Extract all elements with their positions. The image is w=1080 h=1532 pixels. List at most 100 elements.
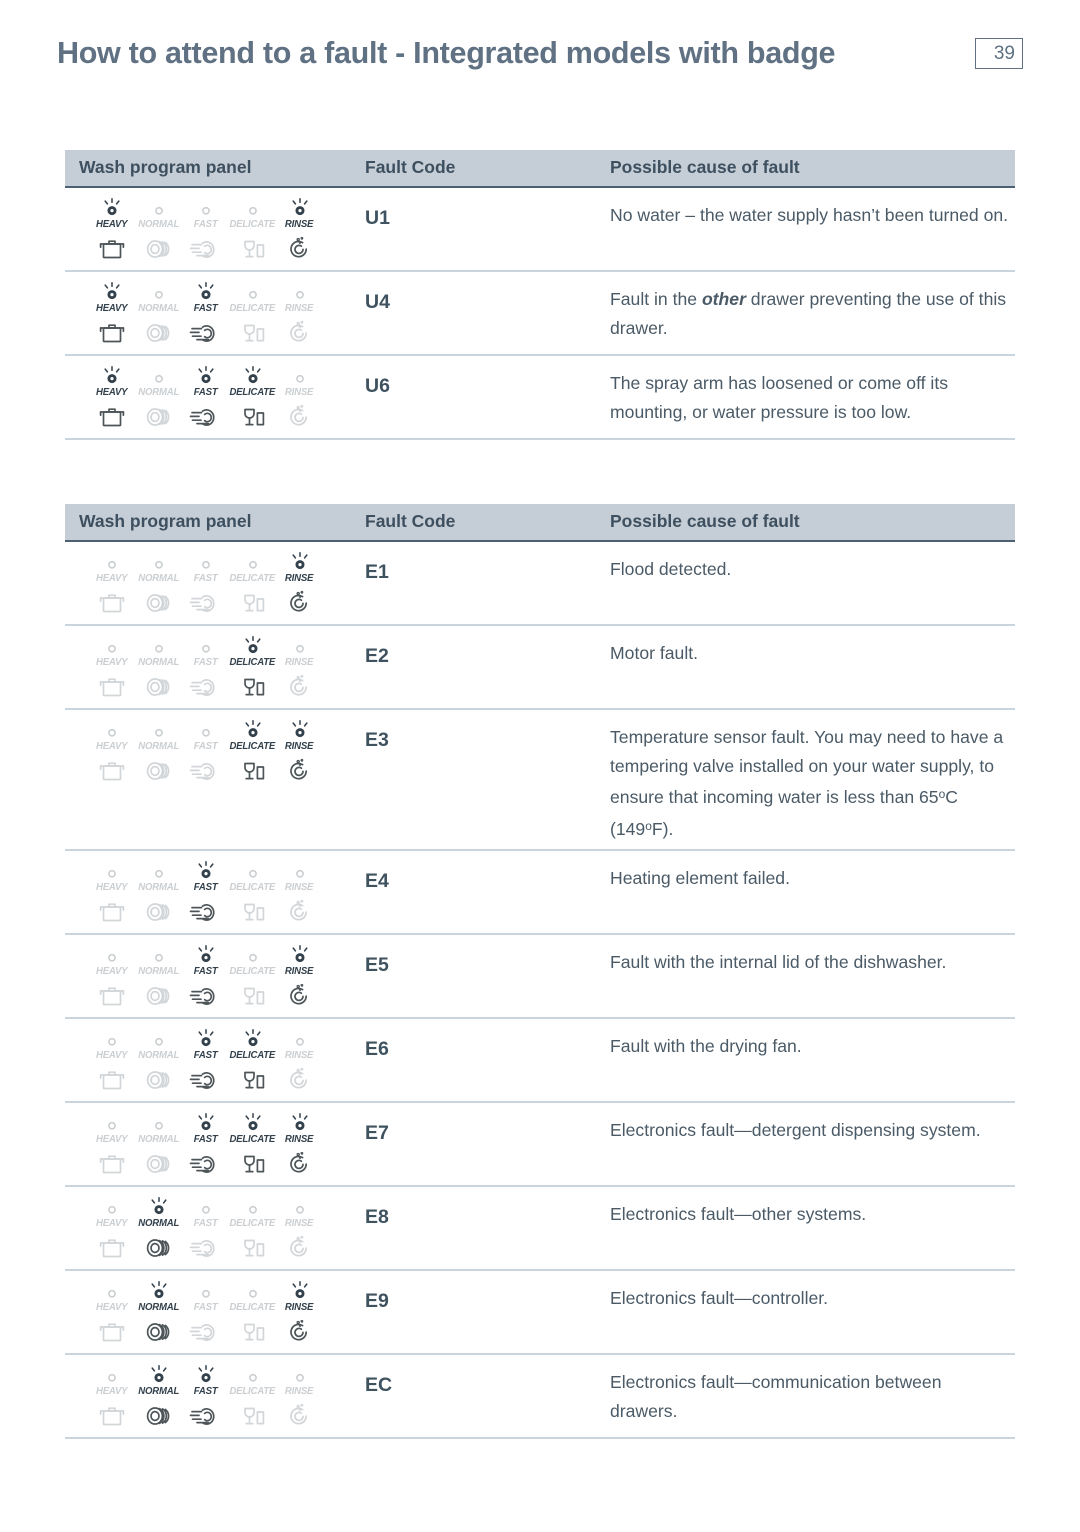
swirl-icon bbox=[285, 588, 314, 618]
led-heavy-unlit-icon bbox=[98, 944, 126, 965]
program-label-normal: NORMAL bbox=[138, 1218, 179, 1230]
led-rinse-unlit-icon bbox=[286, 281, 314, 302]
program-indicator-rinse: RINSE bbox=[276, 281, 323, 348]
program-label-delicate: DELICATE bbox=[229, 219, 276, 230]
cell-possible-cause: Fault with the internal lid of the dishw… bbox=[610, 952, 947, 973]
led-normal-unlit-icon bbox=[145, 944, 173, 965]
column-header-possible-cause: Possible cause of fault bbox=[610, 511, 800, 531]
led-delicate-lit-icon bbox=[239, 1112, 267, 1133]
cell-possible-cause: Electronics fault—communication between … bbox=[610, 1372, 942, 1421]
wash-program-panel: HEAVY NORMAL FAST DELICATE RINSE bbox=[79, 551, 365, 618]
table-row: HEAVY NORMAL FAST DELICATE RINSE EC Elec… bbox=[65, 1355, 1015, 1440]
glassware-icon bbox=[238, 234, 268, 264]
program-indicator-rinse: RINSE bbox=[276, 719, 323, 786]
cell-wash-program-panel: HEAVY NORMAL FAST DELICATE RINSE bbox=[65, 719, 365, 786]
program-indicator-fast: FAST bbox=[182, 860, 229, 927]
program-indicator-rinse: RINSE bbox=[276, 635, 323, 702]
program-label-delicate: DELICATE bbox=[229, 1218, 276, 1230]
plates-icon bbox=[143, 1149, 175, 1179]
plates-icon bbox=[143, 402, 175, 432]
program-label-fast: FAST bbox=[193, 741, 218, 752]
program-indicator-rinse: RINSE bbox=[276, 551, 323, 618]
swirl-icon bbox=[285, 1401, 314, 1431]
led-heavy-unlit-icon bbox=[98, 1196, 126, 1217]
pot-icon bbox=[97, 1149, 127, 1179]
program-label-delicate: DELICATE bbox=[229, 387, 276, 398]
program-label-fast: FAST bbox=[193, 1134, 218, 1146]
led-delicate-unlit-icon bbox=[239, 1280, 267, 1301]
wash-program-panel: HEAVY NORMAL FAST DELICATE RINSE bbox=[79, 944, 365, 1011]
glassware-icon bbox=[238, 1401, 268, 1431]
cell-fault-code: E3 bbox=[365, 729, 389, 751]
cell-fault-code: E5 bbox=[365, 954, 389, 977]
rinse-plate-icon bbox=[189, 672, 222, 702]
program-label-normal: NORMAL bbox=[138, 303, 179, 314]
plates-icon bbox=[143, 981, 175, 1011]
program-indicator-normal: NORMAL bbox=[135, 551, 182, 618]
cell-wash-program-panel: HEAVY NORMAL FAST DELICATE RINSE bbox=[65, 197, 365, 264]
program-label-normal: NORMAL bbox=[138, 1134, 179, 1146]
pot-icon bbox=[97, 1401, 127, 1431]
table-row: HEAVY NORMAL FAST bbox=[65, 1187, 1015, 1272]
program-label-heavy: HEAVY bbox=[95, 219, 128, 230]
pot-icon bbox=[97, 1065, 127, 1095]
program-label-fast: FAST bbox=[193, 882, 218, 894]
led-normal-unlit-icon bbox=[145, 551, 173, 572]
program-indicator-heavy: HEAVY bbox=[88, 1028, 135, 1095]
led-fast-unlit-icon bbox=[192, 1196, 220, 1217]
led-normal-unlit-icon bbox=[145, 1028, 173, 1049]
program-label-fast: FAST bbox=[193, 1050, 218, 1062]
rinse-plate-icon bbox=[189, 1065, 222, 1095]
program-label-normal: NORMAL bbox=[138, 387, 179, 398]
program-indicator-delicate: DELICATE bbox=[229, 635, 276, 702]
column-header-fault-code: Fault Code bbox=[365, 511, 456, 531]
glassware-icon bbox=[238, 672, 268, 702]
program-label-normal: NORMAL bbox=[138, 1386, 179, 1398]
cell-wash-program-panel: HEAVY NORMAL FAST DELICATE RINSE bbox=[65, 1112, 365, 1179]
led-rinse-lit-icon bbox=[286, 1112, 314, 1133]
led-normal-unlit-icon bbox=[145, 1112, 173, 1133]
led-fast-unlit-icon bbox=[192, 635, 220, 656]
glassware-icon bbox=[238, 1317, 268, 1347]
table-row: HEAVY NORMAL FAST bbox=[65, 710, 1015, 852]
rinse-plate-icon bbox=[189, 756, 222, 786]
wash-program-panel: HEAVY NORMAL FAST DELICATE RINSE bbox=[79, 1364, 365, 1431]
led-fast-lit-icon bbox=[192, 1028, 220, 1049]
program-indicator-normal: NORMAL bbox=[135, 365, 182, 432]
cell-possible-cause: The spray arm has loosened or come off i… bbox=[610, 373, 949, 422]
program-label-heavy: HEAVY bbox=[95, 657, 128, 668]
program-indicator-rinse: RINSE bbox=[276, 197, 323, 264]
program-indicator-rinse: RINSE bbox=[276, 1364, 323, 1431]
led-fast-unlit-icon bbox=[192, 551, 220, 572]
cell-possible-cause: Fault in the other drawer preventing the… bbox=[610, 289, 1007, 338]
led-delicate-unlit-icon bbox=[239, 944, 267, 965]
cell-possible-cause: Electronics fault—controller. bbox=[610, 1288, 829, 1309]
led-normal-unlit-icon bbox=[145, 635, 173, 656]
fault-code-table-u: Wash program panel Fault Code Possible c… bbox=[65, 150, 1015, 440]
program-label-heavy: HEAVY bbox=[95, 1386, 128, 1398]
pot-icon bbox=[97, 234, 127, 264]
program-label-rinse: RINSE bbox=[285, 882, 314, 894]
program-label-fast: FAST bbox=[193, 387, 218, 398]
led-fast-unlit-icon bbox=[192, 1280, 220, 1301]
program-indicator-delicate: DELICATE bbox=[229, 551, 276, 618]
table-row: HEAVY NORMAL FAST bbox=[65, 356, 1015, 440]
program-indicator-heavy: HEAVY bbox=[88, 860, 135, 927]
program-label-delicate: DELICATE bbox=[229, 573, 276, 584]
swirl-icon bbox=[285, 318, 314, 348]
wash-program-panel: HEAVY NORMAL FAST DELICATE RINSE bbox=[79, 635, 365, 702]
program-indicator-delicate: DELICATE bbox=[229, 1028, 276, 1095]
program-indicator-fast: FAST bbox=[182, 1112, 229, 1179]
program-indicator-heavy: HEAVY bbox=[88, 197, 135, 264]
program-label-fast: FAST bbox=[193, 303, 218, 314]
program-indicator-normal: NORMAL bbox=[135, 1112, 182, 1179]
program-label-normal: NORMAL bbox=[138, 657, 179, 668]
glassware-icon bbox=[238, 1065, 268, 1095]
program-label-delicate: DELICATE bbox=[229, 1134, 276, 1146]
program-indicator-fast: FAST bbox=[182, 197, 229, 264]
cell-fault-code: EC bbox=[365, 1374, 393, 1397]
led-heavy-lit-icon bbox=[98, 197, 126, 218]
swirl-icon bbox=[285, 756, 314, 786]
program-indicator-heavy: HEAVY bbox=[88, 551, 135, 618]
table-row: HEAVY NORMAL FAST bbox=[65, 542, 1015, 626]
